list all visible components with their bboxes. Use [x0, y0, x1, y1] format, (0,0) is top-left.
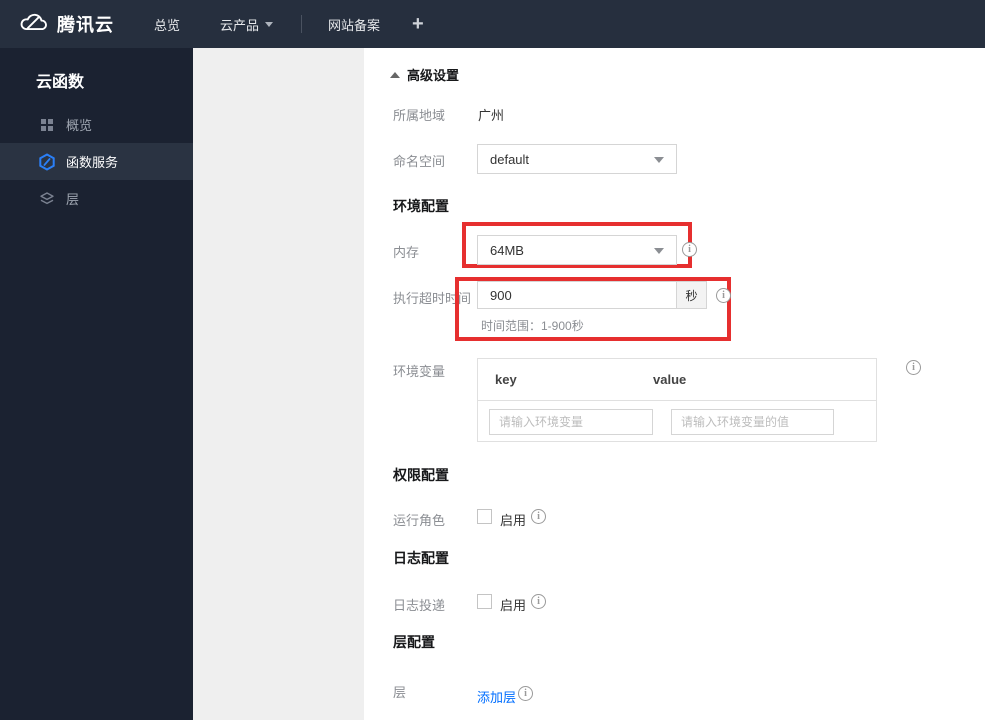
grid-icon [38, 116, 56, 134]
chevron-down-icon [265, 21, 274, 27]
nav-divider [301, 15, 303, 33]
layer-info-icon[interactable]: i [518, 686, 533, 701]
run-role-info-icon[interactable]: i [531, 509, 546, 524]
memory-info-icon[interactable]: i [682, 242, 697, 257]
sidebar-title: 云函数 [36, 74, 85, 91]
env-var-value-input[interactable] [671, 408, 834, 435]
sidebar: 云函数 概览 函数服务 层 [0, 48, 193, 720]
tencent-cloud-logo[interactable]: 腾讯云 [18, 10, 114, 39]
layers-icon [38, 190, 56, 208]
memory-label: 内存 [393, 245, 420, 260]
run-role-checkbox[interactable] [477, 509, 492, 524]
add-layer-link[interactable]: 添加层 [477, 687, 516, 706]
env-vars-input-row [478, 401, 876, 442]
timeout-unit-button[interactable]: 秒 [677, 281, 707, 309]
run-role-label: 运行角色 [393, 513, 446, 528]
cloud-logo-icon [18, 10, 48, 39]
memory-select-value: 64MB [490, 242, 524, 258]
section-layer-config: 层配置 [393, 634, 435, 650]
log-delivery-enable-label: 启用 [500, 598, 527, 613]
add-tab-button[interactable]: + [412, 13, 424, 36]
log-delivery-checkbox[interactable] [477, 594, 492, 609]
sidebar-item-function-service[interactable]: 函数服务 [0, 143, 193, 180]
nav-item-cloud-products-label: 云产品 [220, 17, 260, 33]
sidebar-item-overview-label: 概览 [66, 118, 93, 133]
namespace-select-value: default [490, 151, 530, 167]
brand-name: 腾讯云 [57, 15, 114, 35]
top-navbar: 腾讯云 总览 云产品 网站备案 + [0, 0, 985, 48]
env-vars-header-row: key value [478, 359, 876, 401]
timeout-hint: 时间范围：1-900秒 [481, 319, 584, 333]
log-delivery-label: 日志投递 [393, 598, 446, 613]
timeout-input-group: 秒 [477, 281, 707, 309]
env-vars-value-header: value [653, 372, 687, 387]
sidebar-item-layer[interactable]: 层 [0, 180, 193, 217]
layer-label: 层 [393, 685, 407, 700]
region-label: 所属地域 [393, 108, 446, 123]
section-env-config: 环境配置 [393, 198, 449, 214]
env-vars-info-icon[interactable]: i [906, 360, 921, 375]
nav-item-overview-label: 总览 [154, 17, 181, 33]
namespace-label: 命名空间 [393, 154, 446, 169]
scf-hexagon-icon [38, 152, 56, 171]
section-log-config: 日志配置 [393, 550, 449, 566]
advanced-settings-label: 高级设置 [407, 68, 460, 83]
nav-item-icp-filing-label: 网站备案 [328, 17, 381, 33]
nav-item-overview[interactable]: 总览 [154, 15, 180, 34]
chevron-down-icon [654, 157, 664, 163]
nav-item-icp-filing[interactable]: 网站备案 [328, 15, 380, 34]
timeout-highlight-box: 秒 时间范围：1-900秒 [455, 277, 731, 341]
env-vars-table: key value [477, 358, 877, 442]
log-delivery-info-icon[interactable]: i [531, 594, 546, 609]
namespace-select[interactable]: default [477, 144, 677, 174]
chevron-down-icon [654, 248, 664, 254]
section-perm-config: 权限配置 [393, 467, 449, 483]
content-gutter [193, 48, 364, 720]
collapse-triangle-icon [390, 71, 400, 78]
region-value: 广州 [478, 108, 505, 123]
env-var-key-input[interactable] [489, 408, 653, 435]
function-config-panel: 高级设置 所属地域 广州 命名空间 default 环境配置 内存 64MB i… [364, 48, 985, 720]
timeout-info-icon[interactable]: i [716, 288, 731, 303]
run-role-enable-label: 启用 [500, 513, 527, 528]
sidebar-item-function-service-label: 函数服务 [66, 155, 119, 170]
memory-highlight-box: 64MB [462, 222, 692, 268]
sidebar-item-layer-label: 层 [66, 192, 80, 207]
env-vars-key-header: key [495, 372, 517, 387]
memory-select[interactable]: 64MB [477, 235, 677, 265]
nav-item-cloud-products[interactable]: 云产品 [220, 15, 274, 34]
advanced-settings-toggle[interactable]: 高级设置 [390, 65, 459, 84]
timeout-input[interactable] [477, 281, 677, 309]
sidebar-item-overview[interactable]: 概览 [0, 106, 193, 143]
env-vars-label: 环境变量 [393, 364, 446, 379]
